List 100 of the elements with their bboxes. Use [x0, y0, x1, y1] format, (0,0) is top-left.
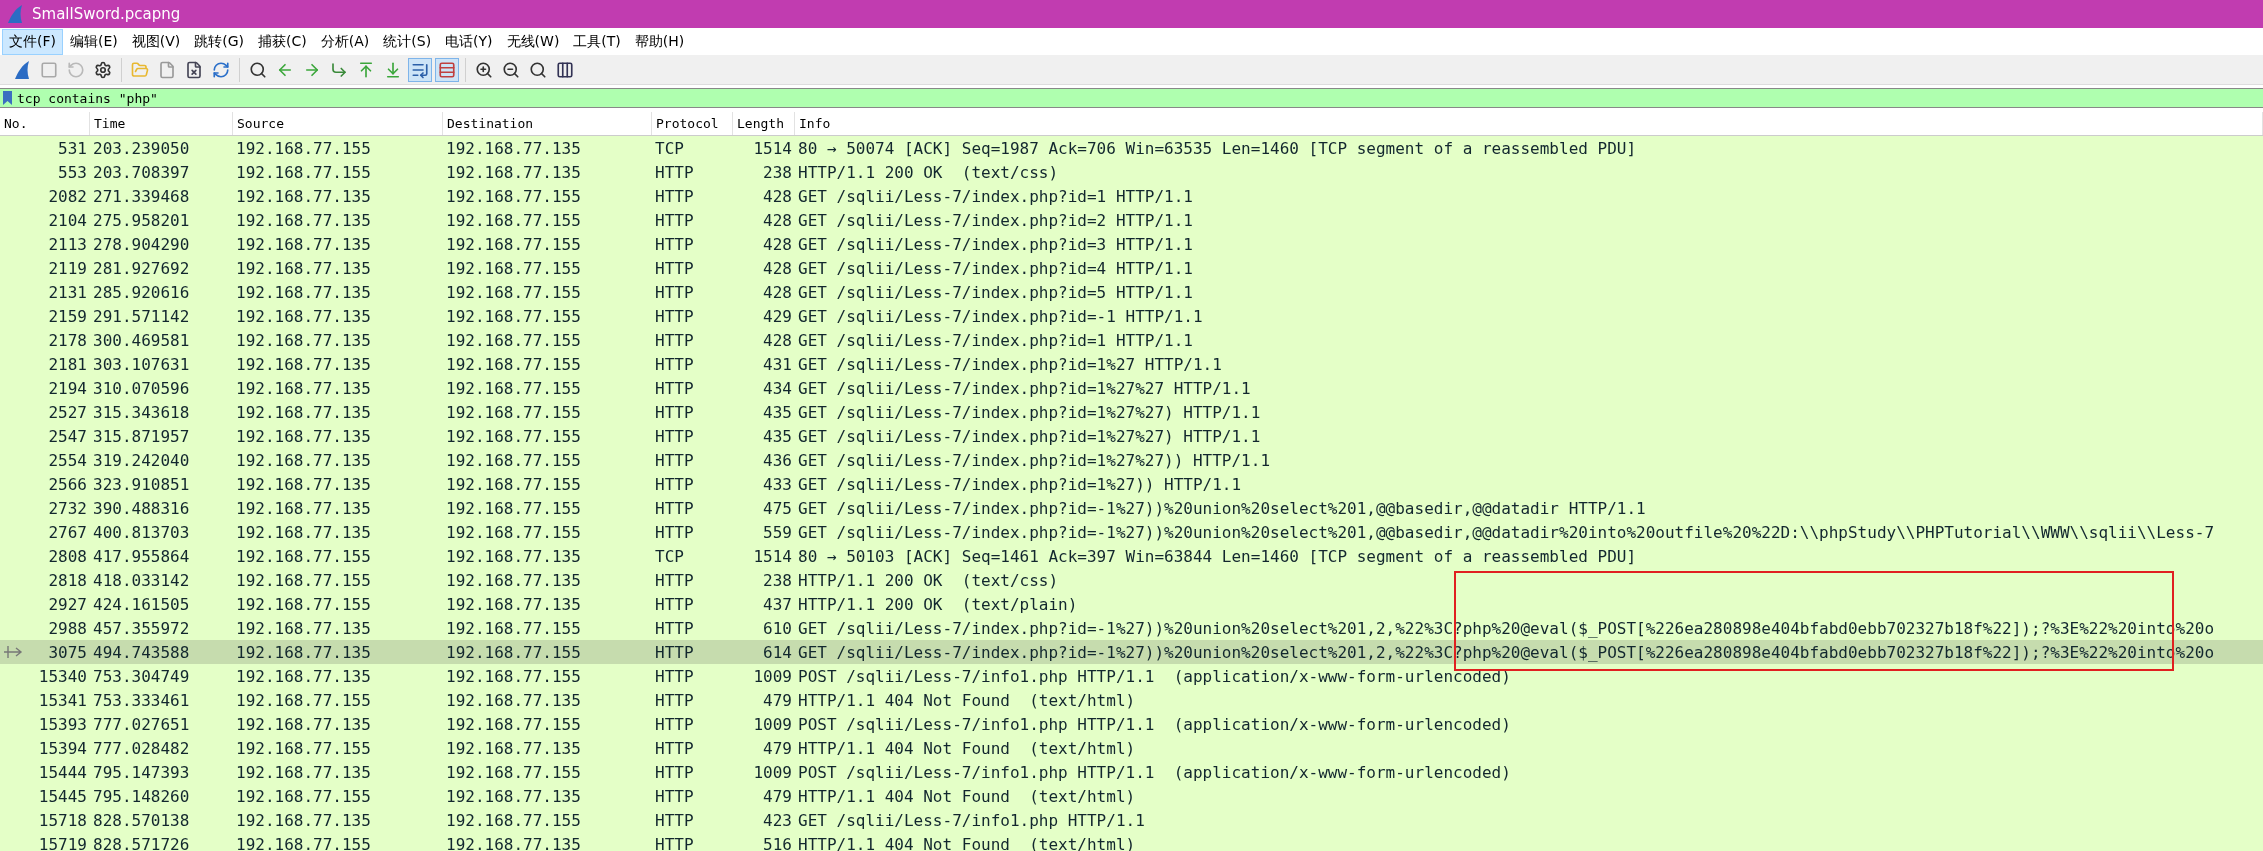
menu-item[interactable]: 统计(S)	[376, 28, 439, 55]
table-cell-text: 192.168.77.135	[445, 162, 582, 182]
packet-row[interactable]: 2119 281.927692 192.168.77.135 192.168.77.155 HTTP 428 GET /sqlii/Less-7/index.php?id=4 HTTP/1.1	[0, 256, 2263, 280]
menu-item[interactable]: 编辑(E)	[63, 28, 125, 55]
packet-row[interactable]: 2566 323.910851 192.168.77.135 192.168.77.155 HTTP 433 GET /sqlii/Less-7/index.php?id=1%27)) HTTP/1.1	[0, 472, 2263, 496]
table-cell-text: 192.168.77.155	[445, 402, 582, 422]
packet-row[interactable]: 15394 777.028482 192.168.77.155 192.168.77.135 HTTP 479 HTTP/1.1 404 Not Found (text/html)	[0, 736, 2263, 760]
table-cell-text: 192.168.77.155	[235, 690, 372, 710]
table-cell-text: 285.920616	[92, 282, 191, 302]
packet-row[interactable]: 553 203.708397 192.168.77.155 192.168.77.135 HTTP 238 HTTP/1.1 200 OK (text/css)	[0, 160, 2263, 184]
table-cell-text: 2732	[47, 498, 88, 518]
table-cell-text: HTTP	[654, 762, 695, 782]
table-cell-text: 303.107631	[92, 354, 191, 374]
menu-item[interactable]: 捕获(C)	[251, 28, 314, 55]
packet-row[interactable]: 2194 310.070596 192.168.77.135 192.168.77.155 HTTP 434 GET /sqlii/Less-7/index.php?id=1%27%27 HTTP/1.1	[0, 376, 2263, 400]
table-cell-text: 2554	[47, 450, 88, 470]
table-cell-text: 80 → 50103 [ACK] Seq=1461 Ack=397 Win=63844 Len=1460 [TCP segment of a reassembled PDU]	[797, 546, 1638, 566]
menu-item[interactable]: 工具(T)	[566, 28, 628, 55]
menu-item[interactable]: 电话(Y)	[438, 28, 500, 55]
column-header[interactable]: Protocol	[652, 112, 733, 135]
packet-row[interactable]: 2808 417.955864 192.168.77.155 192.168.77.135 TCP 1514 80 → 50103 [ACK] Seq=1461 Ack=397 Win=63844 Len=1460 [TCP segment of a reassembled PDU]	[0, 544, 2263, 568]
menu-item[interactable]: 帮助(H)	[627, 28, 692, 55]
table-cell-text: 2927	[47, 594, 88, 614]
packet-row[interactable]: 15341 753.333461 192.168.77.155 192.168.77.135 HTTP 479 HTTP/1.1 404 Not Found (text/html)	[0, 688, 2263, 712]
table-cell-text: 390.488316	[92, 498, 191, 518]
table-cell-text: HTTP	[654, 810, 695, 830]
menu-item[interactable]: 分析(A)	[313, 28, 377, 55]
packet-row[interactable]: 2527 315.343618 192.168.77.135 192.168.77.155 HTTP 435 GET /sqlii/Less-7/index.php?id=1%27%27) HTTP/1.1	[0, 400, 2263, 424]
table-cell-text: 192.168.77.135	[235, 402, 372, 422]
table-cell-text: 15444	[37, 762, 88, 782]
table-cell-text: 2082	[47, 186, 88, 206]
colorize-icon	[438, 60, 456, 79]
table-cell-text: 192.168.77.135	[235, 378, 372, 398]
packet-row[interactable]: 2818 418.033142 192.168.77.155 192.168.77.135 HTTP 238 HTTP/1.1 200 OK (text/css)	[0, 568, 2263, 592]
table-cell-text: 192.168.77.155	[445, 762, 582, 782]
table-cell-text: 192.168.77.135	[445, 786, 582, 806]
table-cell-text: HTTP	[654, 786, 695, 806]
packet-row[interactable]: 2159 291.571142 192.168.77.135 192.168.77.155 HTTP 429 GET /sqlii/Less-7/index.php?id=-1 HTTP/1.1	[0, 304, 2263, 328]
packet-row[interactable]: 2113 278.904290 192.168.77.135 192.168.77.155 HTTP 428 GET /sqlii/Less-7/index.php?id=3 HTTP/1.1	[0, 232, 2263, 256]
table-cell-text: 192.168.77.135	[235, 474, 372, 494]
table-cell-text: 2178	[47, 330, 88, 350]
column-header[interactable]: Length	[733, 112, 795, 135]
table-cell-text: 479	[762, 786, 793, 806]
packet-row[interactable]: 15445 795.148260 192.168.77.155 192.168.77.135 HTTP 479 HTTP/1.1 404 Not Found (text/html)	[0, 784, 2263, 808]
table-cell-text: 291.571142	[92, 306, 191, 326]
table-cell-text: 15393	[37, 714, 88, 734]
column-header[interactable]: Source	[233, 112, 443, 135]
packet-row[interactable]: 2131 285.920616 192.168.77.135 192.168.77.155 HTTP 428 GET /sqlii/Less-7/index.php?id=5 HTTP/1.1	[0, 280, 2263, 304]
packet-row[interactable]: 2732 390.488316 192.168.77.135 192.168.77.155 HTTP 475 GET /sqlii/Less-7/index.php?id=-1%27))%20union%20select%201,@@basedir,@@datadir HTTP/1.1	[0, 496, 2263, 520]
menu-item[interactable]: 视图(V)	[124, 28, 188, 55]
column-header[interactable]: Info	[795, 112, 2263, 135]
table-cell-text: 192.168.77.135	[445, 546, 582, 566]
table-cell-text: 494.743588	[92, 642, 191, 662]
restart-icon	[67, 60, 85, 79]
display-filter-field[interactable]: tcp contains "php"	[17, 88, 2263, 108]
packet-row[interactable]: 2547 315.871957 192.168.77.135 192.168.77.155 HTTP 435 GET /sqlii/Less-7/index.php?id=1%27%27) HTTP/1.1	[0, 424, 2263, 448]
packet-row[interactable]: 15719 828.571726 192.168.77.155 192.168.77.135 HTTP 516 HTTP/1.1 404 Not Found (text/html)	[0, 832, 2263, 851]
column-header[interactable]: Destination	[443, 112, 652, 135]
table-cell-text: HTTP	[654, 234, 695, 254]
table-cell-text: 1009	[752, 714, 793, 734]
table-cell-text: 3075	[47, 642, 88, 662]
table-cell-text: 192.168.77.155	[445, 354, 582, 374]
app-icon	[6, 4, 24, 24]
packet-row[interactable]: 15393 777.027651 192.168.77.135 192.168.77.155 HTTP 1009 POST /sqlii/Less-7/info1.php HTTP/1.1 (application/x-www-form-urlencoded)	[0, 712, 2263, 736]
table-cell-text: 281.927692	[92, 258, 191, 278]
packet-row[interactable]: 15444 795.147393 192.168.77.135 192.168.77.155 HTTP 1009 POST /sqlii/Less-7/info1.php HTTP/1.1 (application/x-www-form-urlencoded)	[0, 760, 2263, 784]
table-cell-text: 516	[762, 834, 793, 851]
packet-row[interactable]: 2181 303.107631 192.168.77.135 192.168.77.155 HTTP 431 GET /sqlii/Less-7/index.php?id=1%27 HTTP/1.1	[0, 352, 2263, 376]
table-cell-text: 433	[762, 474, 793, 494]
autoscroll-button[interactable]	[408, 57, 432, 82]
table-cell-text: 2767	[47, 522, 88, 542]
packet-row[interactable]: 2082 271.339468 192.168.77.135 192.168.77.155 HTTP 428 GET /sqlii/Less-7/index.php?id=1 HTTP/1.1	[0, 184, 2263, 208]
table-cell-text: 192.168.77.155	[445, 210, 582, 230]
table-cell-text: 2104	[47, 210, 88, 230]
table-cell-text: 192.168.77.155	[445, 810, 582, 830]
table-cell-text: HTTP	[654, 570, 695, 590]
table-cell-text: 238	[762, 570, 793, 590]
table-cell-text: HTTP	[654, 450, 695, 470]
packet-row[interactable]: 15340 753.304749 192.168.77.135 192.168.77.155 HTTP 1009 POST /sqlii/Less-7/info1.php HTTP/1.1 (application/x-www-form-urlencoded)	[0, 664, 2263, 688]
table-cell-text: 192.168.77.155	[445, 426, 582, 446]
table-cell-text: 777.027651	[92, 714, 191, 734]
column-header[interactable]: Time	[90, 112, 233, 135]
packet-row[interactable]: 2104 275.958201 192.168.77.135 192.168.77.155 HTTP 428 GET /sqlii/Less-7/index.php?id=2 HTTP/1.1	[0, 208, 2263, 232]
packet-row[interactable]: 15718 828.570138 192.168.77.135 192.168.77.155 HTTP 423 GET /sqlii/Less-7/info1.php HTTP/1.1	[0, 808, 2263, 832]
packet-row[interactable]: 2927 424.161505 192.168.77.155 192.168.77.135 HTTP 437 HTTP/1.1 200 OK (text/plain)	[0, 592, 2263, 616]
table-cell-text: TCP	[654, 546, 685, 566]
bookmark-button[interactable]	[0, 88, 17, 108]
menu-item[interactable]: 无线(W)	[499, 28, 567, 55]
colorize-button[interactable]	[435, 57, 459, 82]
table-cell-text: 310.070596	[92, 378, 191, 398]
packet-row[interactable]: 2554 319.242040 192.168.77.135 192.168.77.155 HTTP 436 GET /sqlii/Less-7/index.php?id=1%27%27)) HTTP/1.1	[0, 448, 2263, 472]
column-header[interactable]: No.	[0, 112, 90, 135]
table-cell-text: HTTP/1.1 200 OK (text/plain)	[797, 594, 1079, 614]
table-cell-text: 2566	[47, 474, 88, 494]
menu-item[interactable]: 跳转(G)	[187, 28, 252, 55]
table-cell-text: 418.033142	[92, 570, 191, 590]
menu-item[interactable]: 文件(F)	[2, 28, 63, 55]
table-cell-text: 192.168.77.135	[445, 570, 582, 590]
packet-row[interactable]: 2178 300.469581 192.168.77.135 192.168.77.155 HTTP 428 GET /sqlii/Less-7/index.php?id=1 HTTP/1.1	[0, 328, 2263, 352]
packet-row[interactable]: 531 203.239050 192.168.77.155 192.168.77.135 TCP 1514 80 → 50074 [ACK] Seq=1987 Ack=706 Win=63535 Len=1460 [TCP segment of a reassembled PDU]	[0, 136, 2263, 160]
